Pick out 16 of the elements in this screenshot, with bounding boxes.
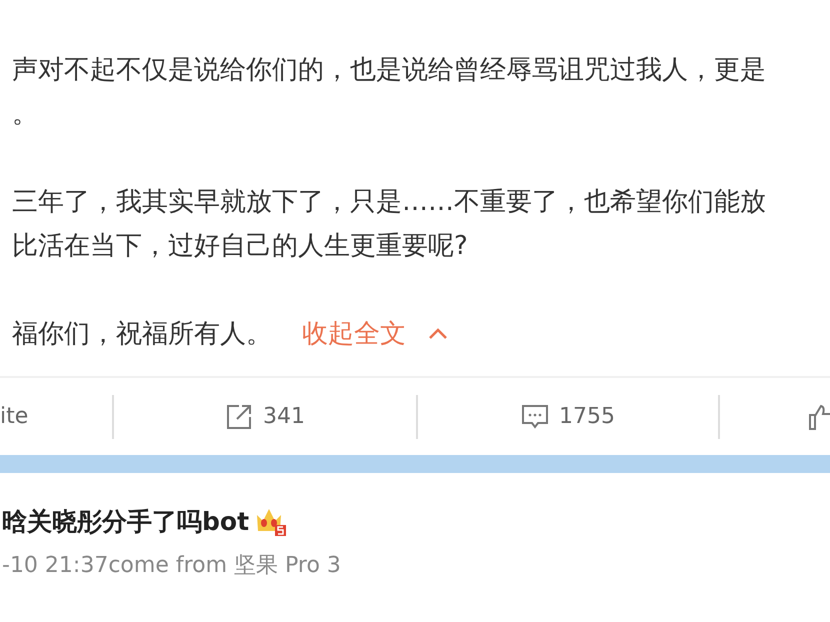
post-meta: -10 21:37come from 坚果 Pro 3 [2, 552, 342, 580]
chevron-up-icon[interactable] [428, 328, 448, 340]
repost-button[interactable]: 341 [225, 400, 305, 433]
comment-button[interactable]: 1755 [521, 400, 615, 433]
post-text: 福你们，祝福所有人。 [12, 318, 272, 350]
post-text: 三年了，我其实早就放下了，只是……不重要了，也希望你们能放 [12, 186, 766, 218]
comment-icon [521, 404, 549, 430]
collapse-link[interactable]: 收起全文 [302, 314, 406, 354]
post-text: 。 [12, 98, 38, 130]
crown-badge-icon [255, 507, 288, 537]
post-text: 比活在当下，过好自己的人生更重要呢? [12, 230, 468, 262]
post-text: 声对不起不仅是说给你们的，也是说给曾经辱骂诅咒过我人，更是 [12, 54, 766, 86]
share-icon [225, 402, 253, 430]
action-button[interactable]: ite [0, 400, 28, 433]
thumb-up-icon[interactable] [808, 402, 830, 430]
username[interactable]: 晗关晓彤分手了吗bot [2, 503, 250, 541]
